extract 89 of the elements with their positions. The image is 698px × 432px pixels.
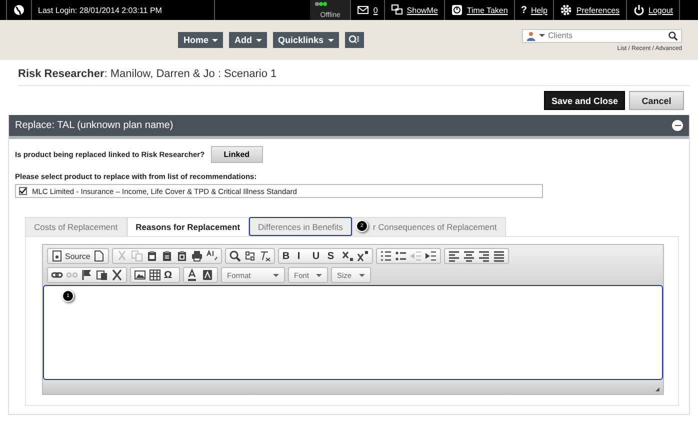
collapse-button[interactable] xyxy=(672,120,683,131)
clipboard-icon xyxy=(146,250,158,262)
scissors-icon xyxy=(116,250,128,262)
page-button[interactable] xyxy=(92,250,106,262)
section-title: Replace: TAL (unknown plan name) xyxy=(15,120,174,131)
frame-button[interactable] xyxy=(95,269,109,281)
nav-menu-button[interactable]: Home xyxy=(178,32,224,48)
flag-button[interactable] xyxy=(80,269,94,281)
top-bar-link[interactable]: Preferences xyxy=(576,6,620,14)
bullet-list-icon xyxy=(395,250,408,262)
spellcheck-button[interactable] xyxy=(205,250,220,262)
client-search-bar[interactable]: Clients xyxy=(522,28,682,42)
nav-menu-button[interactable]: Add xyxy=(229,32,267,48)
help-icon: ? xyxy=(520,4,527,16)
search-button[interactable] xyxy=(228,250,242,262)
page-title: Risk Researcher: Manilow, Darren & Jo : Scenario 1 xyxy=(18,68,690,86)
justify-icon xyxy=(493,250,506,262)
align-left-button[interactable] xyxy=(447,250,462,262)
cancel-button[interactable]: Cancel xyxy=(629,91,684,110)
align-right-icon xyxy=(478,250,490,262)
globe-icon xyxy=(13,4,25,16)
check-icon xyxy=(19,187,27,195)
format-button[interactable]: B xyxy=(281,250,296,262)
frame-icon xyxy=(96,269,108,281)
indent-icon xyxy=(425,250,438,262)
search-list-icon xyxy=(348,34,360,46)
image-icon xyxy=(134,269,146,281)
flag-icon xyxy=(81,269,93,281)
person-icon xyxy=(526,30,536,40)
search-icon xyxy=(668,30,678,40)
superscript-icon xyxy=(357,250,370,262)
last-login-text: Last Login: 28/01/2014 2:03:11 PM xyxy=(38,6,162,14)
clipboard-icon xyxy=(176,250,188,262)
top-bar-link[interactable]: Logout xyxy=(648,6,673,14)
mail-icon xyxy=(357,4,370,16)
power-icon xyxy=(632,4,645,16)
top-bar-link[interactable]: Help xyxy=(530,6,548,14)
justify-button[interactable] xyxy=(492,250,506,262)
clock-icon xyxy=(450,4,463,16)
linked-button[interactable]: Linked xyxy=(210,146,263,163)
printer-button[interactable] xyxy=(190,250,204,262)
align-right-button[interactable] xyxy=(477,250,492,262)
outdent-icon xyxy=(410,250,422,262)
page-icon xyxy=(93,250,106,262)
align-left-icon xyxy=(448,250,460,262)
tab[interactable]: Costs of Replacement xyxy=(25,217,127,236)
table-button[interactable] xyxy=(148,269,162,281)
printer-icon xyxy=(191,250,204,262)
format-button[interactable]: U xyxy=(311,250,326,262)
tab[interactable]: Reasons for Replacement xyxy=(126,217,250,236)
table-icon xyxy=(149,269,161,281)
save-button[interactable]: Save and Close xyxy=(544,91,625,110)
indent-button[interactable] xyxy=(424,250,438,262)
replace-button[interactable] xyxy=(243,250,258,262)
settings-icon xyxy=(560,4,572,16)
format-button[interactable]: I xyxy=(296,250,310,262)
clipboard-icon xyxy=(161,250,174,262)
format-button[interactable]: Ω xyxy=(163,269,177,281)
numbered-list-icon xyxy=(380,250,392,262)
superscript-button[interactable] xyxy=(356,250,370,262)
status-lights-icon xyxy=(314,1,328,7)
source-button[interactable]: Source xyxy=(50,250,92,262)
cross-icon xyxy=(111,269,123,281)
top-bar-link[interactable]: Time Taken xyxy=(466,6,508,14)
spellcheck-icon xyxy=(206,250,218,262)
nav-menu-button[interactable]: Quicklinks xyxy=(272,32,339,48)
subscript-button[interactable] xyxy=(341,250,356,262)
chat-bubbles-icon xyxy=(390,4,403,16)
subscript-icon xyxy=(342,250,354,262)
tab[interactable]: Differences in Benefits xyxy=(249,217,352,236)
bullet-list-button[interactable] xyxy=(394,250,408,262)
format-button[interactable]: S xyxy=(326,250,340,262)
numbered-list-button[interactable] xyxy=(379,250,394,262)
search-icon xyxy=(229,250,242,262)
people-search-button[interactable] xyxy=(344,32,364,48)
top-bar-link[interactable]: 0 xyxy=(373,6,378,14)
resize-handle-icon xyxy=(653,385,660,392)
clear-format-icon xyxy=(259,250,272,262)
top-bar-link[interactable]: ShowMe xyxy=(406,6,438,14)
align-center-button[interactable] xyxy=(462,250,476,262)
clear-format-button[interactable] xyxy=(258,250,272,262)
cross-button[interactable] xyxy=(110,269,124,281)
checkbox[interactable] xyxy=(19,187,27,195)
copy-icon xyxy=(131,250,144,262)
align-center-icon xyxy=(463,250,476,262)
source-icon xyxy=(51,250,63,262)
image-button[interactable] xyxy=(133,269,147,281)
replace-icon xyxy=(244,250,256,262)
text-color-icon xyxy=(187,269,199,281)
